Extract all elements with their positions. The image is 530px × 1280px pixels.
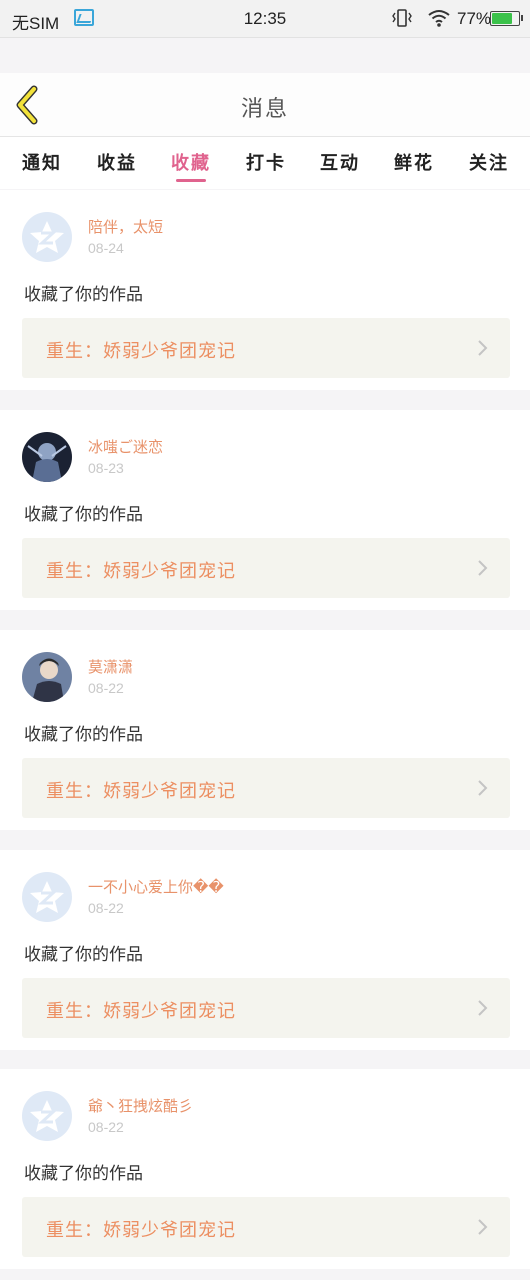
username[interactable]: 爺丶狂拽炫酷彡 [88,1095,193,1116]
tab-flowers[interactable]: 鲜花 [394,149,434,175]
tab-check-in[interactable]: 打卡 [246,149,286,175]
username[interactable]: 一不小心爱上你�� [88,876,224,897]
default-avatar-icon[interactable] [22,212,72,262]
work-title: 重生：娇弱少爷团宠记 [46,781,236,802]
clock: 12:35 [243,9,287,28]
username[interactable]: 陪伴，太短 [88,216,163,237]
tab-favorites[interactable]: 收藏 [171,149,211,175]
message-date: 08-22 [88,1119,124,1135]
message-date: 08-22 [88,900,124,916]
tab-bar: 通知 收益 收藏 打卡 互动 鲜花 关注 [0,137,530,189]
username[interactable]: 莫潇潇 [88,656,133,677]
message-date: 08-24 [88,240,124,256]
tab-earnings[interactable]: 收益 [97,149,137,175]
status-bar: 无SIM 12:35 77% [0,0,530,38]
message-card: 莫潇潇 08-22 收藏了你的作品 重生：娇弱少爷团宠记 [0,630,530,830]
tab-interactions[interactable]: 互动 [320,149,360,175]
default-avatar-icon[interactable] [22,1091,72,1141]
chevron-right-icon [478,1219,488,1235]
vibrate-icon [392,9,412,27]
work-link[interactable]: 重生：娇弱少爷团宠记 [22,1197,510,1257]
active-tab-indicator [176,179,206,182]
chevron-right-icon [478,560,488,576]
message-text: 收藏了你的作品 [24,505,143,525]
work-link[interactable]: 重生：娇弱少爷团宠记 [22,538,510,598]
message-date: 08-22 [88,680,124,696]
message-card: 一不小心爱上你�� 08-22 收藏了你的作品 重生：娇弱少爷团宠记 [0,850,530,1050]
chevron-right-icon [478,1000,488,1016]
navigation-bar: 消息 [0,73,530,137]
user-avatar[interactable] [22,432,72,482]
work-title: 重生：娇弱少爷团宠记 [46,341,236,362]
default-avatar-icon[interactable] [22,872,72,922]
work-title: 重生：娇弱少爷团宠记 [46,1220,236,1241]
wifi-icon [428,10,450,27]
message-card: 陪伴，太短 08-24 收藏了你的作品 重生：娇弱少爷团宠记 [0,190,530,390]
message-date: 08-23 [88,460,124,476]
username[interactable]: 冰嗤ご迷恋 [88,436,163,457]
chevron-right-icon [478,780,488,796]
battery-icon [490,11,523,26]
tab-notifications[interactable]: 通知 [22,149,62,175]
message-text: 收藏了你的作品 [24,285,143,305]
work-link[interactable]: 重生：娇弱少爷团宠记 [22,978,510,1038]
user-avatar[interactable] [22,652,72,702]
battery-percent: 77% [457,9,492,28]
message-card: 爺丶狂拽炫酷彡 08-22 收藏了你的作品 重生：娇弱少爷团宠记 [0,1069,530,1269]
page-title: 消息 [240,97,289,122]
message-text: 收藏了你的作品 [24,1164,143,1184]
work-link[interactable]: 重生：娇弱少爷团宠记 [22,758,510,818]
message-text: 收藏了你的作品 [24,725,143,745]
work-link[interactable]: 重生：娇弱少爷团宠记 [22,318,510,378]
message-text: 收藏了你的作品 [24,945,143,965]
chevron-right-icon [478,340,488,356]
message-card: 冰嗤ご迷恋 08-23 收藏了你的作品 重生：娇弱少爷团宠记 [0,410,530,610]
tab-following[interactable]: 关注 [469,149,509,175]
work-title: 重生：娇弱少爷团宠记 [46,1001,236,1022]
work-title: 重生：娇弱少爷团宠记 [46,561,236,582]
